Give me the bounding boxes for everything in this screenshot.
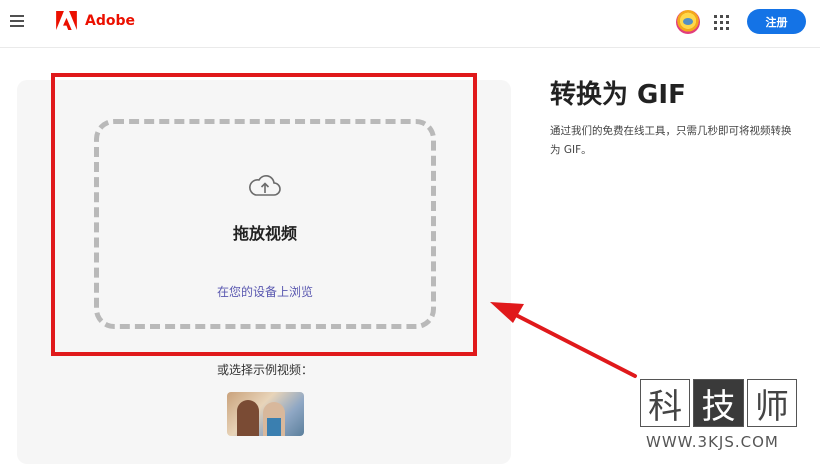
page-title: 转换为 GIF — [550, 80, 686, 110]
user-avatar[interactable] — [676, 10, 700, 34]
adobe-logo-icon — [56, 11, 77, 30]
sample-video-thumbnail[interactable] — [227, 392, 304, 436]
page-description: 通过我们的免费在线工具，只需几秒即可将视频转换为 GIF。 — [550, 125, 792, 156]
adobe-logo[interactable]: Adobe — [56, 11, 135, 30]
watermark-logo: 科 技 师 — [640, 379, 800, 427]
sample-video-label: 或选择示例视频： — [216, 363, 313, 377]
signup-button[interactable]: 注册 — [747, 9, 806, 34]
watermark-url: WWW.3KJS.COM — [646, 433, 779, 451]
watermark-char: 科 — [640, 379, 691, 427]
red-highlight-box — [51, 73, 477, 356]
watermark-char: 技 — [693, 379, 744, 427]
app-grid-icon[interactable] — [714, 15, 729, 30]
brand-name: Adobe — [85, 12, 135, 29]
red-arrow-annotation — [490, 302, 637, 378]
watermark-char: 师 — [746, 379, 797, 427]
top-header: Adobe 注册 — [0, 0, 820, 48]
hamburger-icon[interactable] — [10, 15, 24, 29]
